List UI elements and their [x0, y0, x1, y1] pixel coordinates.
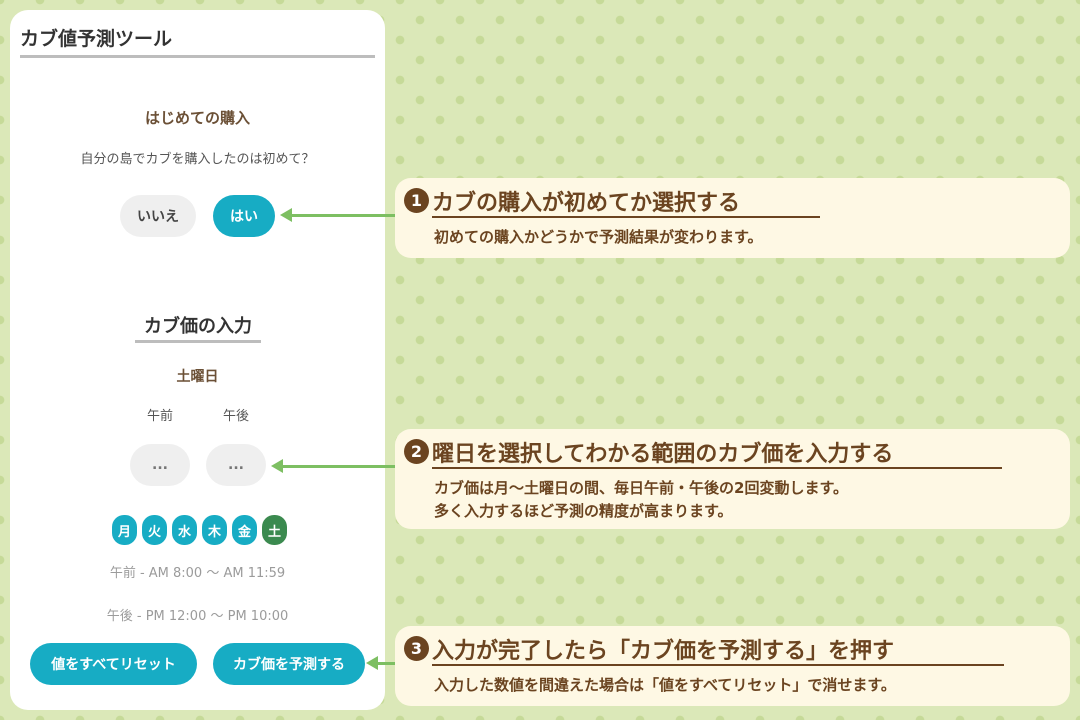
- prediction-tool-panel: カブ値予測ツール はじめての購入 自分の島でカブを購入したのは初めて？ いいえ …: [10, 10, 385, 710]
- callout-2-title: 曜日を選択してわかる範囲のカブ価を入力する: [432, 442, 894, 467]
- callout-3-arrow-line: [376, 662, 395, 665]
- callout-2-description-line-2: 多く入力するほど予測の精度が高まります。: [434, 502, 733, 520]
- pm-hours-text: 午後 - PM 12:00 〜 PM 10:00: [106, 609, 289, 624]
- day-chip-fri[interactable]: 金: [232, 515, 257, 545]
- am-price-input[interactable]: [130, 444, 190, 486]
- first-purchase-yes-button[interactable]: はい: [213, 195, 275, 237]
- callout-3: 3 入力が完了したら「カブ価を予測する」を押す 入力した数値を間違えた場合は「値…: [395, 626, 1070, 706]
- callout-3-title: 入力が完了したら「カブ価を予測する」を押す: [432, 639, 895, 664]
- day-chip-mon[interactable]: 月: [112, 515, 137, 545]
- callout-2-title-underline: [432, 467, 1002, 469]
- am-label: 午前: [146, 409, 173, 424]
- am-hours-text: 午前 - AM 8:00 〜 AM 11:59: [109, 566, 286, 581]
- day-chip-thu[interactable]: 木: [202, 515, 227, 545]
- title-divider: [20, 55, 375, 58]
- price-input-heading: カブ価の入力: [144, 316, 252, 337]
- first-purchase-heading: はじめての購入: [144, 109, 250, 127]
- day-chip-tue[interactable]: 火: [142, 515, 167, 545]
- callout-2-arrow-head: [271, 459, 283, 473]
- callout-2-arrow-line: [282, 465, 395, 468]
- callout-1-arrow-head: [280, 208, 292, 222]
- day-chip-sat[interactable]: 土: [262, 515, 287, 545]
- callout-3-number-badge: 3: [404, 636, 429, 661]
- first-purchase-no-button[interactable]: いいえ: [120, 195, 196, 237]
- reset-all-button[interactable]: 値をすべてリセット: [30, 643, 197, 685]
- callout-3-description: 入力した数値を間違えた場合は「値をすべてリセット」で消せます。: [434, 676, 896, 694]
- callout-2-description-line-1: カブ価は月〜土曜日の間、毎日午前・午後の2回変動します。: [434, 479, 848, 497]
- price-heading-underline: [135, 340, 261, 343]
- predict-button[interactable]: カブ価を予測する: [213, 643, 365, 685]
- callout-2-number-badge: 2: [404, 439, 429, 464]
- callout-1: 1 カブの購入が初めてか選択する 初めての購入かどうかで予測結果が変わります。: [395, 178, 1070, 258]
- selected-day-label: 土曜日: [176, 369, 219, 385]
- pm-price-input[interactable]: [206, 444, 266, 486]
- callout-1-arrow-line: [290, 214, 395, 217]
- callout-3-arrow-head: [366, 656, 378, 670]
- callout-1-number-badge: 1: [404, 188, 429, 213]
- day-chip-wed[interactable]: 水: [172, 515, 197, 545]
- panel-title: カブ値予測ツール: [20, 28, 173, 50]
- callout-1-title-underline: [432, 216, 820, 218]
- callout-2: 2 曜日を選択してわかる範囲のカブ価を入力する カブ価は月〜土曜日の間、毎日午前…: [395, 429, 1070, 529]
- callout-3-title-underline: [432, 664, 1004, 666]
- first-purchase-question: 自分の島でカブを購入したのは初めて？: [80, 152, 315, 167]
- callout-1-description: 初めての購入かどうかで予測結果が変わります。: [434, 228, 763, 246]
- pm-label: 午後: [222, 409, 249, 424]
- callout-1-title: カブの購入が初めてか選択する: [432, 191, 741, 216]
- day-selector: 月 火 水 木 金 土: [112, 515, 287, 545]
